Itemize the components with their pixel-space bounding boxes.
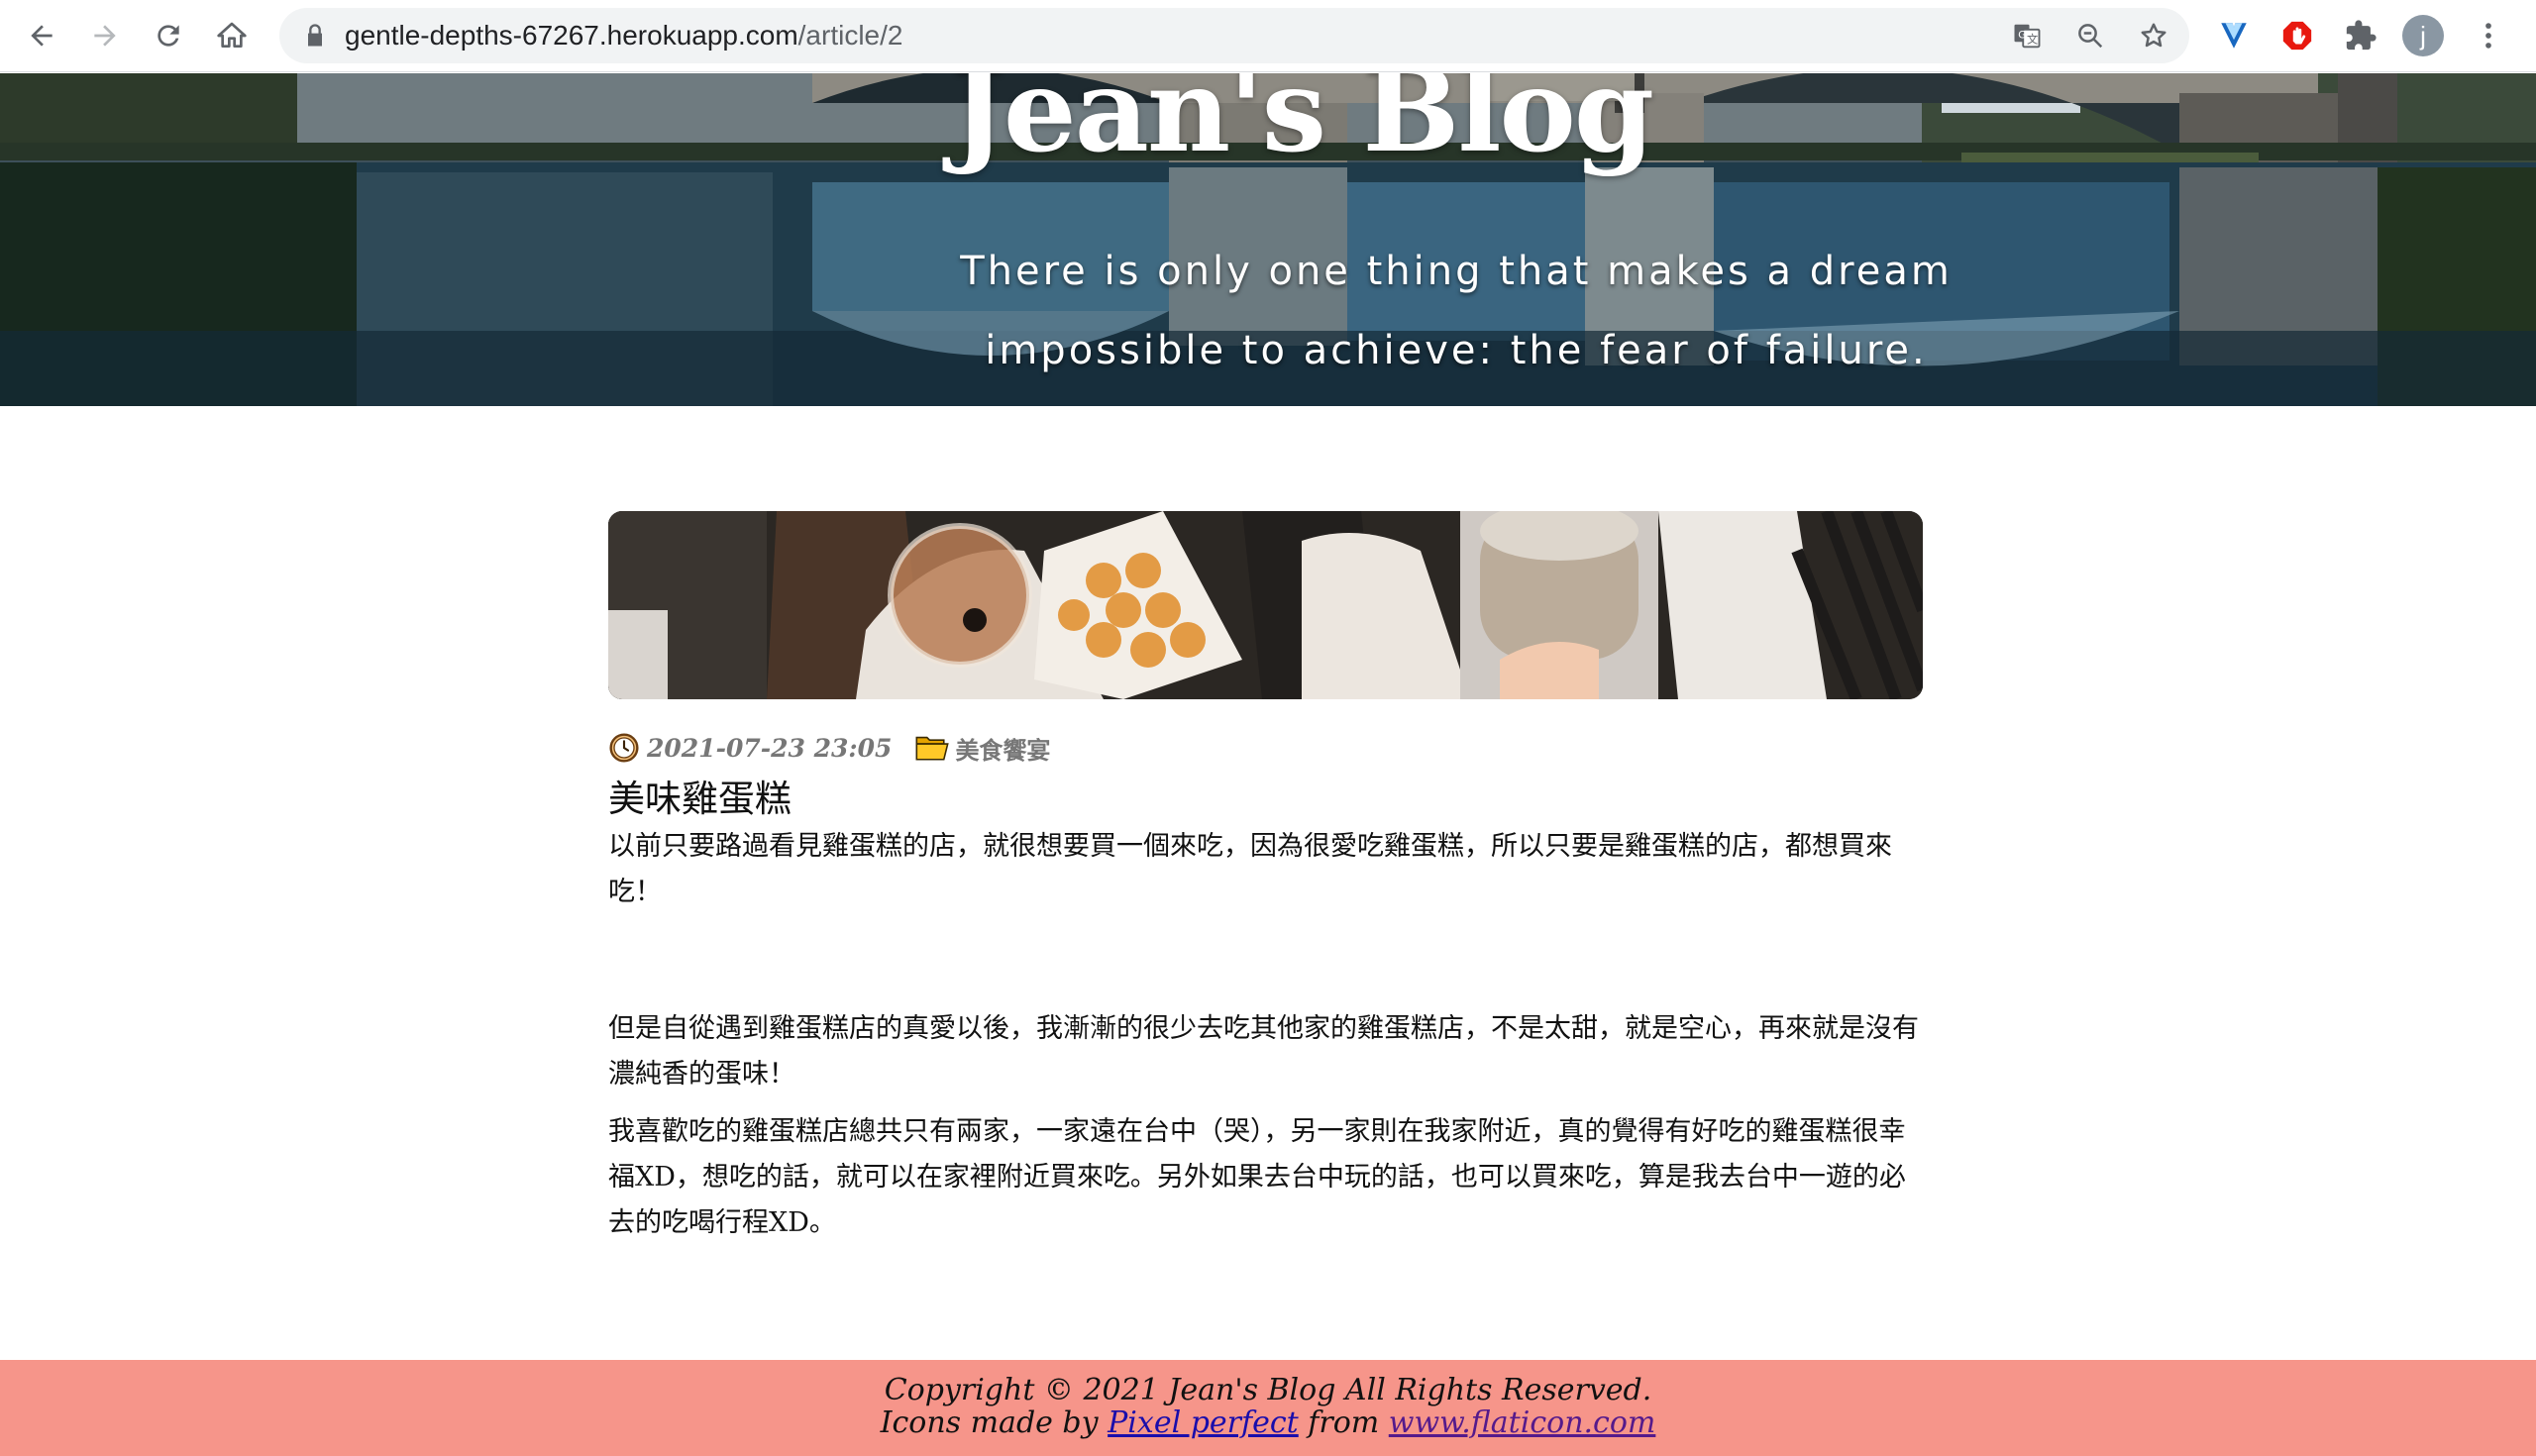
zoom-out-icon: [2078, 24, 2103, 49]
star-icon: [2141, 23, 2166, 48]
paragraph-spacer: [608, 927, 1926, 1006]
quote-line-2: impossible to achieve: the fear of failu…: [985, 328, 1928, 373]
back-button[interactable]: [18, 12, 65, 59]
extension-vuetify-button[interactable]: [2212, 14, 2256, 57]
arrow-left-icon: [31, 25, 53, 47]
article-cover-image: [608, 511, 1923, 699]
zoom-button[interactable]: [2072, 18, 2108, 53]
browser-menu-button[interactable]: [2467, 14, 2510, 57]
page-footer: Copyright © 2021 Jean's Blog All Rights …: [0, 1360, 2536, 1456]
home-button[interactable]: [208, 12, 256, 59]
hero-quote: There is only one thing that makes a dre…: [812, 232, 2100, 390]
svg-text:文: 文: [2027, 33, 2038, 47]
reload-icon: [158, 25, 179, 47]
extension-adblock-button[interactable]: [2275, 14, 2319, 57]
copyright-text: Copyright © 2021 Jean's Blog All Rights …: [884, 1373, 1652, 1407]
clock-icon: [609, 733, 639, 763]
forward-button[interactable]: [81, 12, 129, 59]
post-body: 以前只要路過看見雞蛋糕的店，就很想要買一個來吃，因為很愛吃雞蛋糕，所以只要是雞蛋…: [608, 824, 1926, 1258]
post-datetime: 2021-07-23 23:05: [647, 733, 893, 763]
translate-icon: G文: [2014, 24, 2041, 49]
arrow-right-icon: [94, 25, 116, 47]
url-text[interactable]: gentle-depths-67267.herokuapp.com/articl…: [345, 8, 902, 63]
flaticon-link[interactable]: www.flaticon.com: [1389, 1405, 1656, 1440]
post-paragraph: 我喜歡吃的雞蛋糕店總共只有兩家，一家遠在台中（哭），另一家則在我家附近，真的覺得…: [608, 1116, 1906, 1238]
url-path: /article/2: [797, 20, 903, 51]
address-bar[interactable]: gentle-depths-67267.herokuapp.com/articl…: [279, 8, 2189, 63]
icons-author-link[interactable]: Pixel perfect: [1108, 1405, 1299, 1440]
extensions-button[interactable]: [2339, 14, 2382, 57]
icons-credit: Icons made by Pixel perfect from www.fla…: [0, 1406, 2536, 1439]
more-vert-icon: [2485, 23, 2491, 49]
home-icon: [217, 22, 247, 48]
puzzle-icon: [2346, 20, 2377, 51]
post-title: 美味雞蛋糕: [608, 778, 792, 820]
folder-icon: [915, 736, 950, 761]
url-host: gentle-depths-67267.herokuapp.com: [345, 20, 798, 51]
bookmark-button[interactable]: [2136, 18, 2171, 53]
egg-waffle-photo: [608, 511, 1923, 699]
stop-sign-icon: [2282, 21, 2312, 51]
post-category[interactable]: 美食饗宴: [955, 731, 1050, 766]
icons-credit-middle: from: [1298, 1405, 1389, 1440]
profile-avatar[interactable]: j: [2402, 15, 2444, 56]
post-paragraph: 以前只要路過看見雞蛋糕的店，就很想要買一個來吃，因為很愛吃雞蛋糕，所以只要是雞蛋…: [608, 831, 1892, 907]
lock-icon[interactable]: [301, 22, 329, 50]
svg-text:G: G: [2018, 30, 2027, 42]
quote-line-1: There is only one thing that makes a dre…: [960, 249, 1953, 294]
post-paragraph: 但是自從遇到雞蛋糕店的真愛以後，我漸漸的很少去吃其他家的雞蛋糕店，不是太甜，就是…: [608, 1013, 1919, 1090]
extension-v-icon: [2221, 23, 2247, 49]
blog-title[interactable]: Jean's Blog: [951, 73, 1654, 178]
hero-banner: Jean's Blog There is only one thing that…: [0, 73, 2536, 406]
icons-credit-prefix: Icons made by: [880, 1405, 1109, 1440]
reload-button[interactable]: [145, 12, 192, 59]
post-meta: 2021-07-23 23:05 美食饗宴: [608, 731, 1050, 765]
translate-button[interactable]: G文: [2009, 18, 2045, 53]
browser-toolbar: gentle-depths-67267.herokuapp.com/articl…: [0, 0, 2536, 72]
